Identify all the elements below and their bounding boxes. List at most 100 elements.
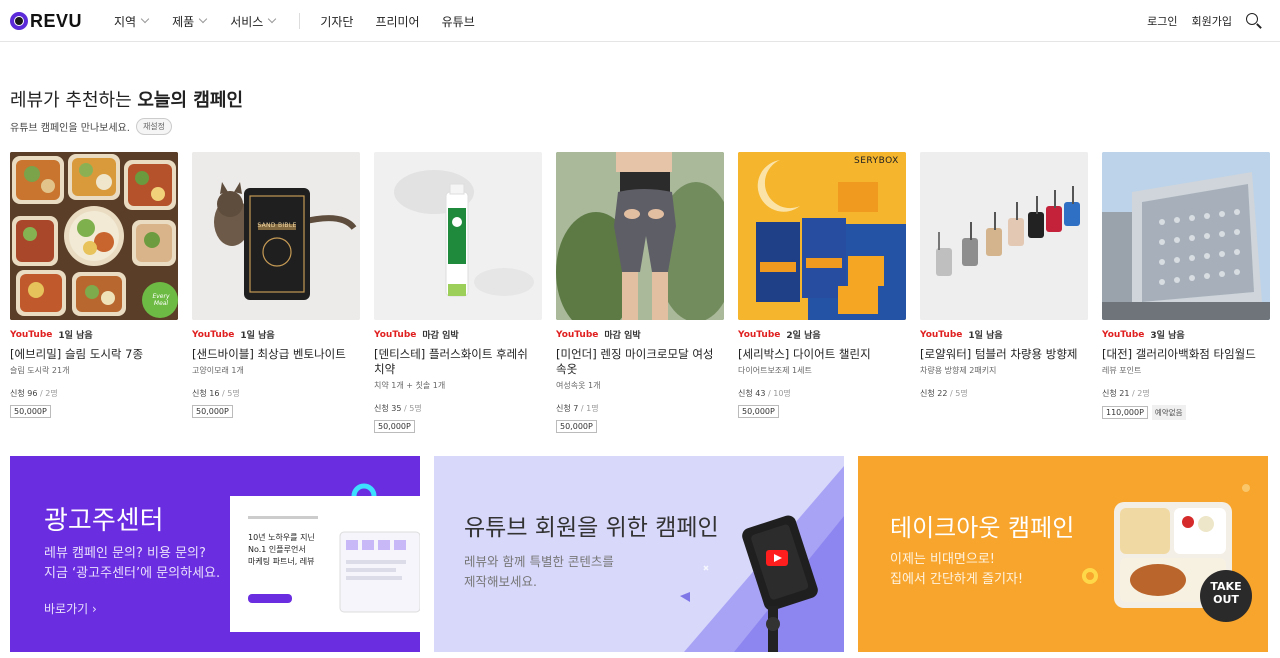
banner-title: 유튜브 회원을 위한 캠페인 <box>464 515 719 541</box>
nav-label: 서비스 <box>230 14 264 29</box>
applied-count: 신청 21 <box>1102 389 1130 398</box>
campaign-thumbnail[interactable]: SAND BIBLE <box>192 152 360 320</box>
campaign-title[interactable]: [덴티스테] 플러스화이트 후레쉬 치약 <box>374 347 542 377</box>
everymeal-logo-text: Every Meal <box>152 293 170 307</box>
nav-region[interactable]: 지역 <box>114 13 150 30</box>
banner-desc-line: 제작해보세요. <box>464 574 537 589</box>
nav-product[interactable]: 제품 <box>172 13 208 30</box>
platform-label: YouTube <box>556 329 599 340</box>
takeout-badge-line: OUT <box>1213 593 1239 606</box>
apply-count: 신청 22 / 5명 <box>920 388 1088 399</box>
youtube-campaign-banner[interactable]: 유튜브 회원을 위한 캠페인 레뷰와 함께 특별한 콘텐츠를 제작해보세요. <box>434 456 844 652</box>
campaign-card[interactable]: YouTube 마감 임박 [미언더] 렌징 마이크로모달 여성속옷 여성속옷 1… <box>556 152 724 433</box>
ad-center-banner[interactable]: 광고주센터 레뷰 캠페인 문의? 비용 문의? 지금 ‘광고주센터’에 문의하세… <box>10 456 420 652</box>
campaign-card[interactable]: SAND BIBLE YouTube 1일 남음 [샌드바이블] 최상급 벤토나이… <box>192 152 360 418</box>
deadline-label: 3일 남음 <box>1150 331 1185 341</box>
takeout-campaign-banner[interactable]: TAKE OUT 테이크아웃 캠페인 이제는 비대면으로! 집에서 간단하게 즐… <box>858 456 1268 652</box>
campaign-thumbnail[interactable]: SERYBOX <box>738 152 906 320</box>
campaign-card[interactable]: SERYBOX YouTube 2일 남음 [세리박스] 다이어트 챌린지 다이어… <box>738 152 906 418</box>
nav-youtube[interactable]: 유튜브 <box>442 13 475 30</box>
apply-count: 신청 21 / 2명 <box>1102 388 1270 399</box>
campaign-card[interactable]: YouTube 1일 남음 [로얄워터] 텀블러 차량용 방향제 차량용 방향제 … <box>920 152 1088 399</box>
applied-count: 신청 43 <box>738 389 766 398</box>
tumbler-freshener-image <box>920 152 1088 320</box>
applied-count: 신청 7 <box>556 404 579 413</box>
applied-count: 신청 96 <box>10 389 38 398</box>
recruit-count: / 5명 <box>950 389 968 398</box>
recruit-count: / 2명 <box>40 389 58 398</box>
section-subtitle: 유튜브 캠페인을 만나보세요. 재설정 <box>10 118 173 135</box>
points-badge: 50,000P <box>738 405 779 418</box>
mock-headline-line: No.1 인플루언서 <box>248 545 306 554</box>
campaign-thumbnail[interactable] <box>1102 152 1270 320</box>
revu-logo[interactable]: REVU <box>10 11 82 31</box>
campaign-title[interactable]: [세리박스] 다이어트 챌린지 <box>738 347 906 362</box>
nav-service[interactable]: 서비스 <box>230 13 277 30</box>
mock-headline-line: 마케팅 파트너, 레뷰 <box>248 557 315 566</box>
points-badge: 50,000P <box>10 405 51 418</box>
campaign-card[interactable]: Every Meal YouTube 1일 남음 [에브리밀] 슬림 도시락 7종… <box>10 152 178 418</box>
banner-desc: 이제는 비대면으로! 집에서 간단하게 즐기자! <box>890 550 1023 590</box>
apply-count: 신청 35 / 5명 <box>374 403 542 414</box>
campaign-title[interactable]: [대전] 갤러리아백화점 타임월드 <box>1102 347 1270 362</box>
campaign-desc: 슬림 도시락 21개 <box>10 366 70 375</box>
banner-title: 테이크아웃 캠페인 <box>890 514 1075 542</box>
platform-label: YouTube <box>1102 329 1145 340</box>
nav-label: 프리미어 <box>375 14 420 29</box>
points-badge: 50,000P <box>192 405 233 418</box>
banner-desc: 레뷰와 함께 특별한 콘텐츠를 제작해보세요. <box>464 552 614 592</box>
deadline-label: 마감 임박 <box>604 331 641 341</box>
banner-desc-line: 집에서 간단하게 즐기자! <box>890 572 1024 587</box>
campaign-card[interactable]: YouTube 마감 임박 [덴티스테] 플러스화이트 후레쉬 치약 치약 1개 … <box>374 152 542 433</box>
logo-mark-icon <box>10 12 28 30</box>
applied-count: 신청 22 <box>920 389 948 398</box>
nav-premier[interactable]: 프리미어 <box>375 13 419 30</box>
applied-count: 신청 35 <box>374 404 402 413</box>
campaign-thumbnail[interactable]: Every Meal <box>10 152 178 320</box>
deadline-label: 1일 남음 <box>58 331 93 341</box>
recruit-count: / 2명 <box>1132 389 1150 398</box>
chevron-down-icon <box>268 14 277 24</box>
apply-count: 신청 43 / 10명 <box>738 388 906 399</box>
recruit-count: / 10명 <box>768 389 791 398</box>
nav-reporters[interactable]: 기자단 <box>320 13 353 30</box>
sandbible-package-text: SAND BIBLE <box>257 222 297 229</box>
chevron-down-icon <box>140 14 150 24</box>
underwear-image <box>556 152 724 320</box>
nav-label: 유튜브 <box>441 14 475 29</box>
deadline-label: 2일 남음 <box>786 331 821 341</box>
campaign-desc: 여성속옷 1개 <box>556 381 601 390</box>
reset-button[interactable]: 재설정 <box>135 118 173 135</box>
campaign-title[interactable]: [에브리밀] 슬림 도시락 7종 <box>10 347 178 362</box>
campaign-thumbnail[interactable] <box>556 152 724 320</box>
toothpaste-image <box>374 152 542 320</box>
platform-label: YouTube <box>192 329 235 340</box>
campaign-card[interactable]: YouTube 3일 남음 [대전] 갤러리아백화점 타임월드 레뷰 포인트 신청… <box>1102 152 1270 420</box>
banner-desc-line: 레뷰와 함께 특별한 콘텐츠를 <box>464 554 614 569</box>
campaign-title[interactable]: [샌드바이블] 최상급 벤토나이트 <box>192 347 360 362</box>
ad-center-illustration <box>230 483 420 632</box>
banner-desc-line: 이제는 비대면으로! <box>890 552 996 567</box>
no-reservation-badge: 예약없음 <box>1151 405 1186 420</box>
department-store-image <box>1102 152 1270 320</box>
login-link[interactable]: 로그인 <box>1147 13 1177 29</box>
points-badge: 50,000P <box>556 420 597 433</box>
apply-count: 신청 16 / 5명 <box>192 388 360 399</box>
mock-headline-line: 10년 노하우를 지닌 <box>248 533 315 542</box>
header-actions: 로그인 회원가입 <box>1147 0 1262 42</box>
campaign-thumbnail[interactable] <box>374 152 542 320</box>
search-icon[interactable] <box>1246 13 1262 29</box>
campaign-desc: 다이어트보조제 1세트 <box>738 366 812 375</box>
takeout-badge-line: TAKE <box>1210 580 1242 593</box>
signup-link[interactable]: 회원가입 <box>1192 13 1232 29</box>
mock-headline: 10년 노하우를 지닌 No.1 인플루언서 마케팅 파트너, 레뷰 <box>248 532 315 568</box>
campaign-thumbnail[interactable] <box>920 152 1088 320</box>
nav-label: 제품 <box>172 14 195 29</box>
campaign-title[interactable]: [로얄워터] 텀블러 차량용 방향제 <box>920 347 1088 362</box>
campaign-desc: 고양이모래 1개 <box>192 366 244 375</box>
takeout-badge: TAKE OUT <box>1206 580 1246 606</box>
platform-label: YouTube <box>374 329 417 340</box>
diet-supplement-image <box>738 152 906 320</box>
main-nav: 지역 제품 서비스 기자단 프리미어 유튜브 <box>114 0 475 42</box>
campaign-title[interactable]: [미언더] 렌징 마이크로모달 여성속옷 <box>556 347 724 377</box>
